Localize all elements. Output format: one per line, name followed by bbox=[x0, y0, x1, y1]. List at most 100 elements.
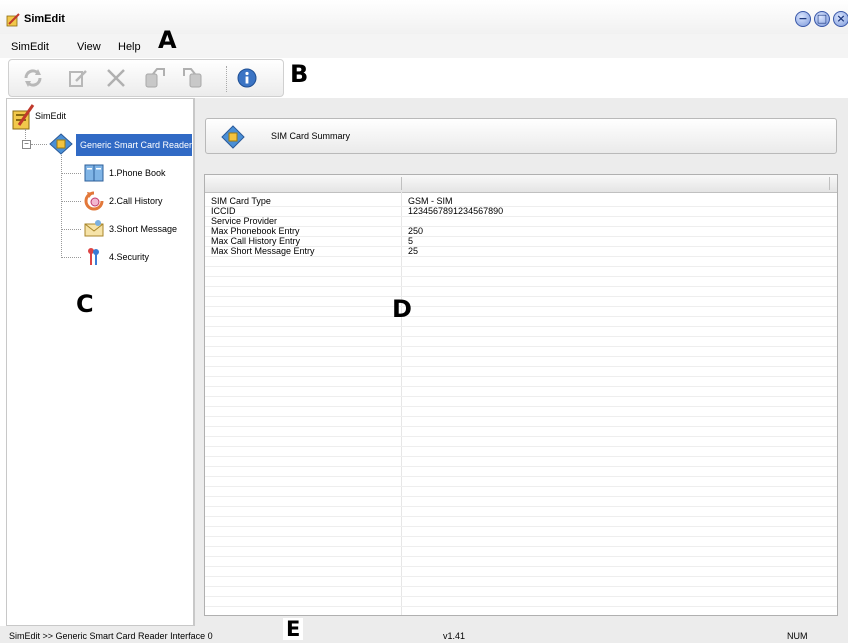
card-reader-icon bbox=[49, 133, 73, 155]
toolbar-separator bbox=[226, 66, 229, 92]
menu-view[interactable]: View bbox=[77, 41, 101, 53]
table-row[interactable]: ICCID 1234567891234567890 bbox=[205, 207, 837, 217]
table-row[interactable] bbox=[205, 557, 837, 567]
table-row[interactable] bbox=[205, 347, 837, 357]
edit-icon[interactable] bbox=[66, 66, 90, 90]
table-row[interactable]: SIM Card Type GSM - SIM bbox=[205, 197, 837, 207]
table-row[interactable] bbox=[205, 337, 837, 347]
table-row[interactable] bbox=[205, 387, 837, 397]
minimize-icon: − bbox=[798, 12, 808, 25]
table-row[interactable] bbox=[205, 457, 837, 467]
table-row[interactable] bbox=[205, 547, 837, 557]
status-path: SimEdit >> Generic Smart Card Reader Int… bbox=[9, 631, 213, 641]
table-row[interactable]: Max Short Message Entry 25 bbox=[205, 247, 837, 257]
tree-item-call-history[interactable]: 2.Call History bbox=[109, 196, 163, 206]
table-row[interactable] bbox=[205, 567, 837, 577]
summary-header: SIM Card Summary bbox=[205, 118, 837, 154]
table-row[interactable] bbox=[205, 507, 837, 517]
column-divider[interactable] bbox=[829, 177, 830, 190]
table-cell-value: 25 bbox=[408, 246, 419, 256]
menu-help[interactable]: Help bbox=[118, 41, 141, 53]
table-row[interactable] bbox=[205, 397, 837, 407]
annotation-e: E bbox=[283, 618, 304, 640]
title-bar: SimEdit − □ × bbox=[0, 0, 848, 34]
summary-table[interactable]: SIM Card Type GSM - SIM ICCID 1234567891234… bbox=[204, 174, 838, 616]
table-row[interactable] bbox=[205, 597, 837, 607]
table-row[interactable] bbox=[205, 477, 837, 487]
table-row[interactable] bbox=[205, 277, 837, 287]
info-icon[interactable] bbox=[235, 66, 259, 90]
table-row[interactable] bbox=[205, 287, 837, 297]
close-icon: × bbox=[836, 12, 846, 25]
table-row[interactable] bbox=[205, 407, 837, 417]
annotation-b: B bbox=[287, 60, 312, 88]
tree-connector bbox=[61, 229, 81, 230]
table-row[interactable] bbox=[205, 377, 837, 387]
tree-root-simedit[interactable]: SimEdit bbox=[35, 111, 66, 121]
tree-connector bbox=[31, 144, 47, 145]
device-tree-panel: SimEdit − Generic Smart Card Reader Inte… bbox=[6, 98, 194, 626]
call-history-icon bbox=[84, 191, 104, 211]
table-row[interactable] bbox=[205, 517, 837, 527]
tree-connector bbox=[61, 201, 81, 202]
table-row[interactable] bbox=[205, 297, 837, 307]
menu-bar: SimEdit View Help bbox=[0, 34, 848, 58]
maximize-button[interactable]: □ bbox=[814, 11, 830, 27]
table-row[interactable] bbox=[205, 537, 837, 547]
table-row[interactable] bbox=[205, 257, 837, 267]
delete-icon[interactable] bbox=[104, 66, 128, 90]
status-bar: SimEdit >> Generic Smart Card Reader Int… bbox=[0, 626, 848, 643]
tree-item-security[interactable]: 4.Security bbox=[109, 252, 149, 262]
table-cell-field: Max Short Message Entry bbox=[211, 246, 315, 256]
table-row[interactable] bbox=[205, 467, 837, 477]
minimize-button[interactable]: − bbox=[795, 11, 811, 27]
summary-title: SIM Card Summary bbox=[271, 131, 351, 141]
tree-connector bbox=[61, 155, 62, 258]
simedit-root-icon bbox=[12, 104, 35, 130]
table-row[interactable] bbox=[205, 317, 837, 327]
table-row[interactable] bbox=[205, 307, 837, 317]
table-row[interactable] bbox=[205, 527, 837, 537]
table-row[interactable] bbox=[205, 497, 837, 507]
table-cell-field: Max Call History Entry bbox=[211, 236, 301, 246]
column-divider[interactable] bbox=[401, 177, 402, 190]
table-row[interactable] bbox=[205, 367, 837, 377]
menu-simedit[interactable]: SimEdit bbox=[11, 41, 49, 53]
tree-item-card-reader[interactable]: Generic Smart Card Reader Interface 0 bbox=[76, 134, 192, 156]
table-cell-field: Service Provider bbox=[211, 216, 278, 226]
security-keys-icon bbox=[88, 248, 99, 265]
table-row[interactable] bbox=[205, 327, 837, 337]
table-cell-value: GSM - SIM bbox=[408, 196, 453, 206]
table-row[interactable] bbox=[205, 447, 837, 457]
tree-connector bbox=[61, 257, 81, 258]
annotation-a: A bbox=[158, 26, 177, 54]
table-cell-field: SIM Card Type bbox=[211, 196, 271, 206]
table-header bbox=[205, 175, 837, 193]
table-row[interactable] bbox=[205, 577, 837, 587]
table-row[interactable] bbox=[205, 587, 837, 597]
table-cell-value: 1234567891234567890 bbox=[408, 206, 504, 216]
table-row[interactable] bbox=[205, 357, 837, 367]
table-cell-field: Max Phonebook Entry bbox=[211, 226, 300, 236]
write-card-icon[interactable] bbox=[181, 66, 205, 90]
table-row[interactable] bbox=[205, 607, 837, 615]
table-row[interactable] bbox=[205, 417, 837, 427]
tree-connector bbox=[61, 173, 81, 174]
table-cell-value: 250 bbox=[408, 226, 424, 236]
toolbar bbox=[8, 59, 284, 97]
read-card-icon[interactable] bbox=[143, 66, 167, 90]
collapse-toggle[interactable]: − bbox=[22, 140, 31, 149]
refresh-icon[interactable] bbox=[21, 66, 45, 90]
tree-item-phone-book[interactable]: 1.Phone Book bbox=[109, 168, 166, 178]
status-num-lock: NUM bbox=[787, 631, 808, 641]
table-row[interactable] bbox=[205, 487, 837, 497]
close-button[interactable]: × bbox=[833, 11, 848, 27]
sim-card-icon bbox=[221, 125, 245, 149]
table-row[interactable] bbox=[205, 427, 837, 437]
simedit-app-icon bbox=[6, 13, 20, 27]
tree-item-short-message[interactable]: 3.Short Message bbox=[109, 224, 177, 234]
status-version: v1.41 bbox=[443, 631, 466, 641]
table-row[interactable] bbox=[205, 437, 837, 447]
short-message-icon bbox=[84, 220, 104, 237]
table-row[interactable] bbox=[205, 267, 837, 277]
